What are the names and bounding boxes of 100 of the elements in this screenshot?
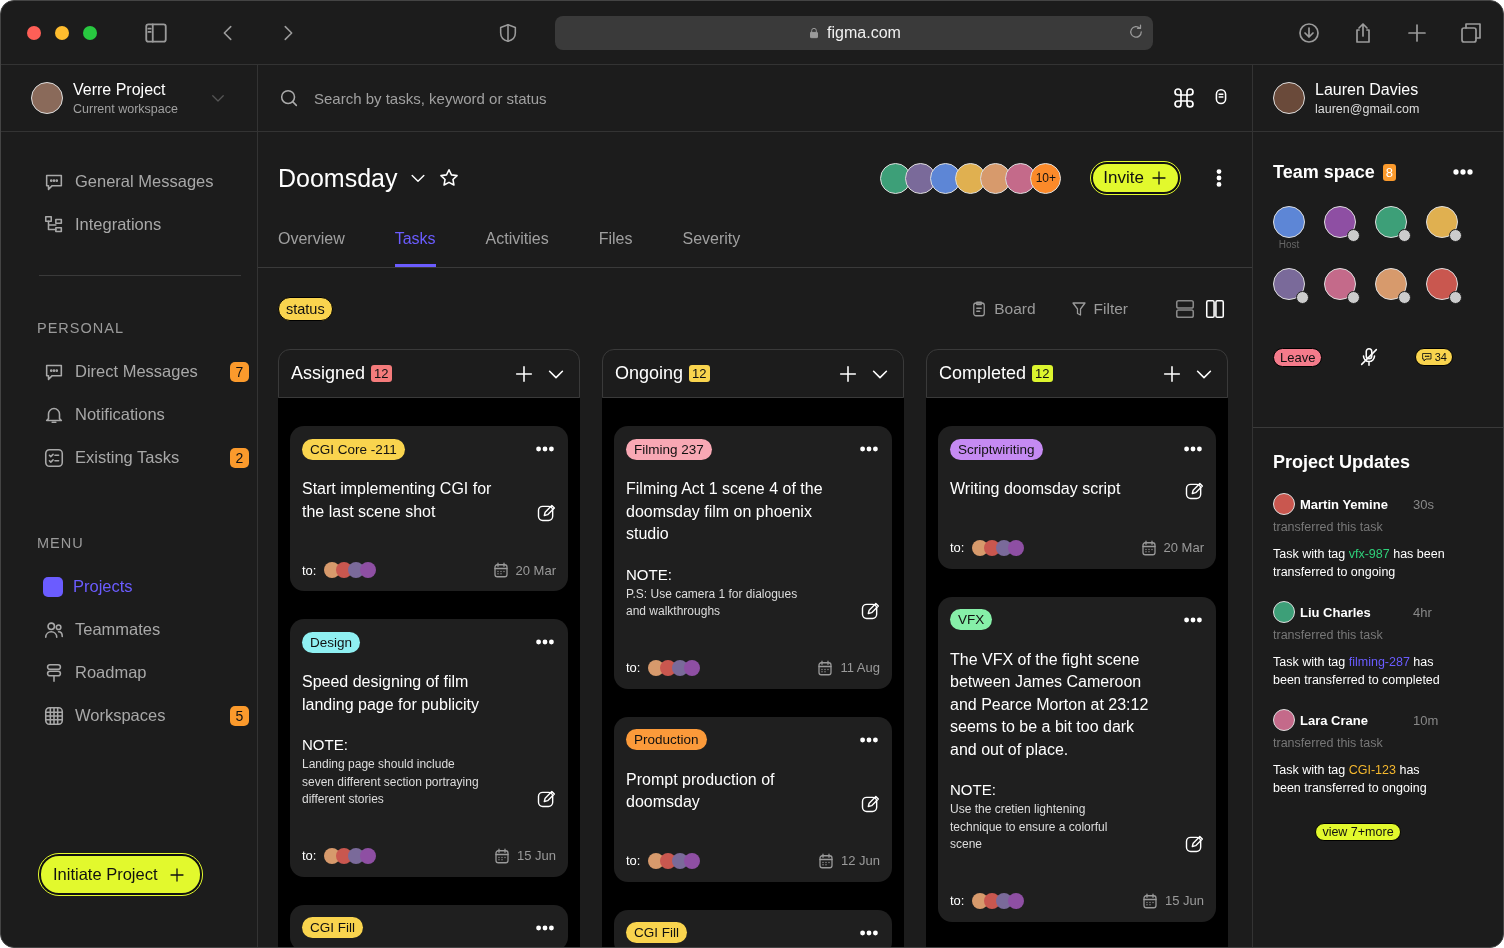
user-avatar: [1273, 82, 1305, 114]
edit-icon[interactable]: [860, 793, 880, 814]
nav-item[interactable]: Integrations: [37, 203, 257, 246]
tab[interactable]: Tasks: [394, 224, 436, 267]
download-icon[interactable]: [1297, 20, 1321, 45]
minimize-window-icon[interactable]: [55, 25, 69, 40]
invite-button[interactable]: Invite: [1091, 162, 1180, 194]
columns-view-icon[interactable]: [1204, 297, 1226, 320]
note-label: NOTE:: [626, 565, 673, 583]
edit-icon[interactable]: [1184, 480, 1204, 501]
chat-count-badge[interactable]: 34: [1414, 348, 1453, 366]
status-chip[interactable]: status: [278, 296, 333, 321]
nav-item[interactable]: Teammates: [37, 608, 257, 651]
nav-item[interactable]: Notifications: [37, 393, 257, 436]
user-email: lauren@gmail.com: [1315, 101, 1420, 116]
reload-icon[interactable]: [1127, 22, 1145, 41]
initiate-project-button[interactable]: Initiate Project: [39, 854, 202, 895]
due-date: 20 Mar: [1163, 540, 1204, 555]
nav-item[interactable]: Workspaces 5: [37, 694, 257, 737]
address-bar[interactable]: figma.com: [555, 15, 1153, 50]
tabs-icon[interactable]: [1459, 20, 1483, 45]
update-action: transferred this task: [1273, 520, 1384, 534]
nav-item[interactable]: Direct Messages 7: [37, 350, 257, 393]
nav-item[interactable]: General Messages: [37, 160, 257, 203]
shield-icon[interactable]: [497, 21, 519, 44]
command-icon[interactable]: [1172, 86, 1196, 110]
assignee-avatar: [360, 562, 377, 578]
due-date: 15 Jun: [1164, 893, 1204, 908]
calendar-icon: [816, 658, 835, 677]
count-badge: 2: [230, 447, 249, 468]
task-tag: CGI Fill: [302, 917, 363, 938]
workspace-subtitle: Current workspace: [73, 101, 178, 116]
member-avatar[interactable]: [1324, 206, 1356, 238]
nav-item[interactable]: Projects: [37, 565, 257, 608]
close-window-icon[interactable]: [27, 25, 41, 40]
edit-icon[interactable]: [860, 600, 880, 621]
section-title: Project Updates: [1273, 452, 1412, 473]
member-avatar[interactable]: [1324, 268, 1356, 300]
user-avatar: [1273, 709, 1295, 731]
member-avatar[interactable]: [1273, 206, 1305, 238]
note-text: Landing page should include seven different section portraying different stories: [302, 756, 480, 808]
assignee-label: to:: [302, 562, 317, 578]
count-badge: 12: [689, 365, 710, 382]
calendar-icon: [491, 561, 510, 579]
member-avatar[interactable]: [1426, 268, 1458, 300]
calendar-icon: [492, 846, 511, 865]
task-tag: CGI Core -211: [302, 438, 405, 460]
edit-icon[interactable]: [536, 503, 556, 523]
leave-button[interactable]: Leave: [1273, 347, 1323, 367]
task-tag: Production: [626, 729, 707, 750]
note-text: P.S: Use camera 1 for dialogues and walkthroughs: [626, 585, 799, 620]
user-avatar: [1273, 601, 1295, 623]
update-message: Task with tag CGI-123 has been transferred to ongoing: [1273, 762, 1428, 797]
assignee-label: to:: [626, 853, 641, 868]
board-button[interactable]: Board: [964, 298, 1042, 319]
edit-icon[interactable]: [536, 788, 556, 809]
nav-item[interactable]: Roadmap: [37, 651, 257, 694]
due-date: 12 Jun: [840, 853, 880, 868]
star-icon[interactable]: [437, 167, 460, 189]
task-tag: Design: [302, 631, 361, 653]
column-title: Completed: [939, 363, 1027, 384]
calendar-icon: [1139, 538, 1158, 557]
count-badge: 12: [1032, 365, 1053, 382]
user-name: Lauren Davies: [1315, 80, 1420, 99]
maximize-window-icon[interactable]: [83, 25, 97, 40]
member-avatar[interactable]: [1375, 206, 1407, 238]
calendar-icon: [816, 851, 835, 870]
view-more-button[interactable]: view 7+more: [1315, 823, 1401, 841]
assignee-label: to:: [950, 540, 965, 555]
note-label: NOTE:: [950, 781, 997, 798]
workspace-avatar: [31, 82, 63, 114]
assignee-avatar: [684, 852, 701, 869]
tab[interactable]: Severity: [682, 224, 741, 267]
member-avatar[interactable]: [1273, 268, 1305, 300]
assignee-avatar: [1008, 539, 1025, 556]
assignee-avatar: [1008, 892, 1025, 909]
nav-item[interactable]: Existing Tasks 2: [37, 436, 257, 479]
task-title: Start implementing CGI for the last scene shot: [302, 479, 493, 522]
member-avatar[interactable]: [1426, 206, 1458, 238]
tab[interactable]: Activities: [485, 224, 549, 267]
member-avatar[interactable]: [1375, 268, 1407, 300]
assignee-avatar: [360, 847, 377, 864]
section-heading: PERSONAL: [37, 319, 125, 338]
edit-icon[interactable]: [1184, 833, 1204, 854]
tab[interactable]: Overview: [278, 224, 345, 267]
workspace-name: Verre Project: [73, 80, 167, 99]
count-badge: 7: [230, 361, 249, 382]
task-tag: VFX: [950, 609, 993, 630]
rows-view-icon[interactable]: [1174, 297, 1196, 320]
nav-icon: [43, 446, 65, 469]
task-tag: CGI Fill: [626, 922, 687, 943]
search-field[interactable]: Search by tasks, keyword or status: [314, 86, 1158, 110]
assignee-label: to:: [950, 893, 965, 908]
section-title: Team space: [1273, 161, 1375, 183]
tab[interactable]: Files: [598, 224, 633, 267]
task-tag: Filming 237: [626, 438, 712, 460]
update-author: Lara Crane: [1300, 712, 1369, 728]
nav-icon: [43, 704, 65, 727]
due-date: 20 Mar: [515, 562, 556, 578]
filter-button[interactable]: Filter: [1063, 298, 1134, 319]
